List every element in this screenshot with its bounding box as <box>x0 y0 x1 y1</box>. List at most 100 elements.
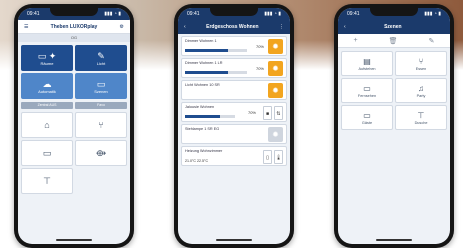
status-icons: ▮▮▮ ◔ ▮ <box>424 11 441 17</box>
edit-icon[interactable]: ✎ <box>429 37 435 45</box>
blind-slider[interactable] <box>185 115 235 118</box>
heating-mode-button[interactable]: ▯ <box>263 150 272 164</box>
blind-percent: 70% <box>247 110 256 115</box>
status-icons: ▮▮▮ ◔ ▮ <box>104 11 121 17</box>
cutlery-icon: ⑂ <box>418 56 424 66</box>
scene-tile[interactable]: ▭ Fernsehen <box>341 78 393 103</box>
scenes-appbar: ‹ Szenen <box>338 20 450 34</box>
dimmer-slider[interactable] <box>185 49 247 52</box>
tile-scenes[interactable]: ▭ Szenen <box>75 73 127 99</box>
tile-media[interactable]: ▭ <box>21 140 73 166</box>
tile-tools[interactable]: ⊤ <box>21 168 73 194</box>
tile-label: Automatik <box>38 88 56 94</box>
monitor-icon: ▭ <box>42 148 52 158</box>
shower-icon: ⊤ <box>417 110 425 120</box>
folder-icon: ▭ <box>363 110 371 120</box>
main-tiles: ▭ ✦ Räume ✎ Licht ☁ Automatik ▭ Szenen <box>18 42 130 102</box>
slider-fill <box>185 49 229 52</box>
blind-row[interactable]: Jalousie Wohnen 70% ■ ⇅ <box>181 102 287 122</box>
phone-scenes: 09:41 ▮▮▮ ◔ ▮ ‹ Szenen + 🗑 ✎ ▤ Aufstehen… <box>334 4 454 248</box>
scenes-screen: 09:41 ▮▮▮ ◔ ▮ ‹ Szenen + 🗑 ✎ ▤ Aufstehen… <box>338 8 450 244</box>
scene-tile[interactable]: ⑂ Essen <box>395 51 447 76</box>
tile-automatic[interactable]: ☁ Automatik <box>21 73 73 99</box>
lamp-icon[interactable]: ✹ <box>268 83 283 98</box>
fork-icon: ⑂ <box>98 120 104 130</box>
blind-stop-button[interactable]: ■ <box>263 106 272 120</box>
scene-label: Essen <box>415 66 427 71</box>
tile-label: Licht <box>96 60 106 66</box>
camera-icon: ⌂ <box>44 120 50 130</box>
status-time: 09:41 <box>187 11 200 17</box>
settings-icon[interactable]: ⚙ <box>120 24 124 30</box>
heating-row[interactable]: Heizung Wohnzimmer 21.0°C 22.5°C ▯ 🌡 <box>181 146 287 166</box>
scene-label: Dusche <box>414 120 428 125</box>
tile-rooms[interactable]: ▭ ✦ Räume <box>21 45 73 71</box>
status-time: 09:41 <box>347 11 360 17</box>
favorites-button[interactable]: Favo <box>75 102 127 109</box>
slider-fill <box>185 71 229 74</box>
status-icons: ▮▮▮ ◔ ▮ <box>264 11 281 17</box>
trash-icon[interactable]: 🗑 <box>389 37 398 45</box>
dimmer-row[interactable]: Dimmer Wohnen 1 70% ✹ <box>181 36 287 56</box>
dimmer-slider[interactable] <box>185 71 247 74</box>
scene-label: Party <box>416 93 426 98</box>
dimmer-row[interactable]: Dimmer Wohnen 1 LR 70% ✹ <box>181 58 287 78</box>
room-screen: 09:41 ▮▮▮ ◔ ▮ ‹ Erdgeschoss Wohnen ⋮ Dim… <box>178 8 290 244</box>
phone-notch <box>370 8 418 16</box>
floor-label: OG <box>18 34 130 42</box>
menu-icon[interactable]: ☰ <box>24 24 28 30</box>
quick-actions: Zentral AUS Favo <box>18 102 130 109</box>
home-indicator <box>56 239 92 241</box>
tile-kitchen[interactable]: ⑂ <box>75 112 127 138</box>
scene-label: Gäste <box>361 120 373 125</box>
temperature-readout: 21.0°C 22.5°C <box>185 159 209 163</box>
scene-tile[interactable]: ⊤ Dusche <box>395 105 447 130</box>
home-indicator <box>216 239 252 241</box>
tile-route[interactable]: ⟴ <box>75 140 127 166</box>
weather-icon: ☁ <box>42 78 52 89</box>
route-icon: ⟴ <box>95 148 107 158</box>
blind-updown-button[interactable]: ⇅ <box>274 106 283 120</box>
phone-room: 09:41 ▮▮▮ ◔ ▮ ‹ Erdgeschoss Wohnen ⋮ Dim… <box>174 4 294 248</box>
room-title: Erdgeschoss Wohnen <box>206 24 259 30</box>
phone-home: 09:41 ▮▮▮ ◔ ▮ ☰ Theben LUXORplay ⚙ OG ▭ … <box>14 4 134 248</box>
switch-row[interactable]: Stehlampe 1 SR EG ✹ <box>181 124 287 144</box>
thermometer-icon[interactable]: 🌡 <box>274 150 283 164</box>
function-tiles: ⌂ ⑂ ▭ ⟴ ⊤ <box>18 109 130 197</box>
scene-label: Aufstehen <box>358 66 376 71</box>
app-header: ☰ Theben LUXORplay ⚙ <box>18 20 130 34</box>
tile-camera[interactable]: ⌂ <box>21 112 73 138</box>
edit-icon: ✎ <box>97 50 105 61</box>
dimmer-percent: 70% <box>255 44 264 49</box>
status-time: 09:41 <box>27 11 40 17</box>
party-icon: ♫ <box>418 83 424 93</box>
scene-tiles: ▤ Aufstehen ⑂ Essen ▭ Fernsehen ♫ Party … <box>338 48 450 133</box>
central-off-button[interactable]: Zentral AUS <box>21 102 73 109</box>
tile-label: Szenen <box>94 88 108 94</box>
scenes-title: Szenen <box>384 24 402 30</box>
lamp-icon[interactable]: ✹ <box>268 61 283 76</box>
scenes-toolbar: + 🗑 ✎ <box>338 34 450 48</box>
tv-icon: ▭ <box>363 83 371 93</box>
scene-label: Fernsehen <box>357 93 377 98</box>
phone-notch <box>50 8 98 16</box>
scene-tile[interactable]: ▤ Aufstehen <box>341 51 393 76</box>
scene-tile[interactable]: ▭ Gäste <box>341 105 393 130</box>
folder-icon: ▭ <box>96 78 106 89</box>
more-icon[interactable]: ⋮ <box>279 24 284 30</box>
tool-icon: ⊤ <box>43 176 51 186</box>
tile-label: Räume <box>40 60 54 66</box>
slider-fill <box>185 115 220 118</box>
lamp-icon[interactable]: ✹ <box>268 127 283 142</box>
add-icon[interactable]: + <box>354 37 358 44</box>
switch-row[interactable]: Licht Wohnen 10 SR ✹ <box>181 80 287 100</box>
phone-notch <box>210 8 258 16</box>
dimmer-percent: 70% <box>255 66 264 71</box>
clipboard-icon: ▤ <box>363 56 371 66</box>
lamp-icon[interactable]: ✹ <box>268 39 283 54</box>
tile-light[interactable]: ✎ Licht <box>75 45 127 71</box>
home-screen: 09:41 ▮▮▮ ◔ ▮ ☰ Theben LUXORplay ⚙ OG ▭ … <box>18 8 130 244</box>
scene-tile[interactable]: ♫ Party <box>395 78 447 103</box>
app-logo: Theben LUXORplay <box>50 23 98 30</box>
light-bulb-icon: ▭ ✦ <box>37 50 57 61</box>
